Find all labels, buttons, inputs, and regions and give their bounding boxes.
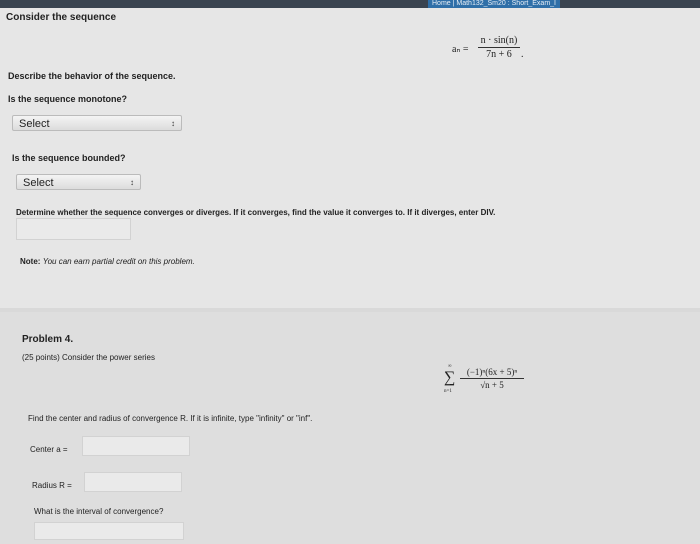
note-text: You can earn partial credit on this prob… (42, 257, 195, 266)
select-arrow-icon: ↕ (171, 119, 175, 128)
problem-3-panel: Consider the sequence aₙ = n · sin(n) 7n… (0, 8, 700, 308)
problem-4-title: Problem 4. (22, 334, 74, 345)
radius-input[interactable] (84, 472, 182, 492)
bounded-select-value: Select (23, 177, 54, 189)
select-arrow-icon: ↕ (130, 178, 134, 187)
monotone-select-value: Select (19, 118, 50, 130)
sequence-title: Consider the sequence (6, 12, 117, 23)
radius-label: Radius R = (32, 481, 72, 490)
bounded-select[interactable]: Select ↕ (16, 174, 141, 190)
problem-4-panel: Problem 4. (25 points) Consider the powe… (0, 312, 700, 544)
monotone-question: Is the sequence monotone? (8, 94, 128, 104)
note: Note: You can earn partial credit on thi… (20, 257, 195, 266)
series-fraction: (−1)ⁿ(6x + 5)ⁿ √n + 5 (460, 367, 524, 390)
top-bar: Home | Math132_Sm20 : Short_Exam_I (0, 0, 700, 8)
series-numerator: (−1)ⁿ(6x + 5)ⁿ (466, 367, 518, 377)
formula-denominator: 7n + 6 (486, 49, 512, 60)
interval-input[interactable] (34, 522, 184, 540)
sequence-formula: n · sin(n) 7n + 6 (478, 35, 520, 60)
bounded-question: Is the sequence bounded? (12, 153, 126, 163)
breadcrumb[interactable]: Home | Math132_Sm20 : Short_Exam_I (428, 0, 560, 8)
sigma-icon: ∑ (444, 369, 456, 386)
formula-lhs: aₙ = (452, 44, 469, 55)
find-instructions: Find the center and radius of convergenc… (28, 414, 313, 423)
center-input[interactable] (82, 436, 190, 456)
series-denominator: √n + 5 (480, 380, 504, 390)
note-label: Note: (20, 257, 41, 266)
converge-question: Determine whether the sequence converges… (16, 208, 496, 217)
sum-lower-limit: n=1 (444, 389, 452, 394)
converge-answer-input[interactable] (16, 218, 131, 240)
formula-numerator: n · sin(n) (480, 35, 518, 46)
center-label: Center a = (30, 445, 68, 454)
interval-label: What is the interval of convergence? (34, 507, 164, 516)
monotone-select[interactable]: Select ↕ (12, 115, 182, 131)
fraction-bar (460, 378, 524, 379)
formula-period: . (521, 49, 524, 60)
fraction-bar (478, 47, 520, 48)
describe-text: Describe the behavior of the sequence. (8, 71, 176, 81)
problem-4-intro: (25 points) Consider the power series (22, 353, 155, 362)
